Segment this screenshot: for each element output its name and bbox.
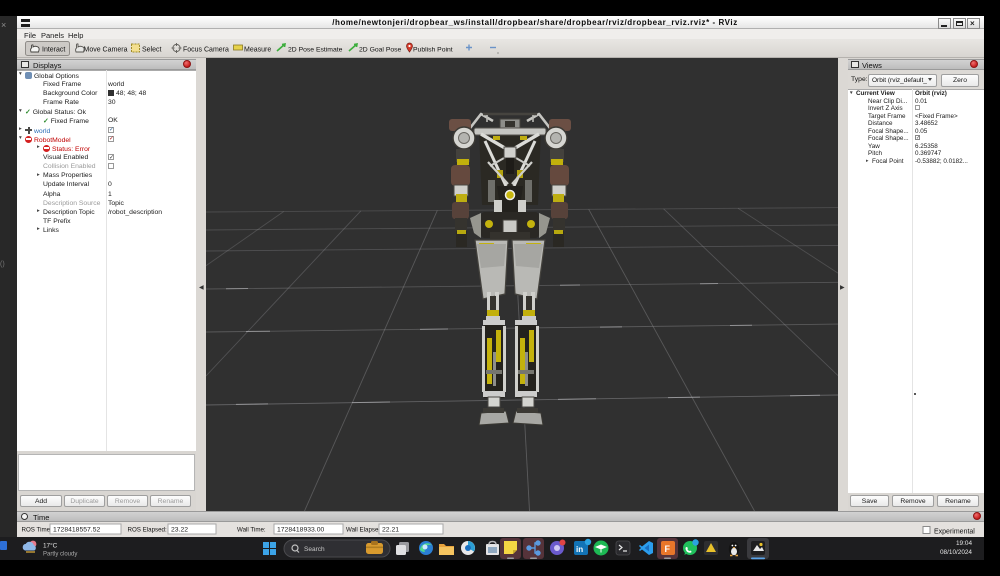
svg-text:Measure: Measure bbox=[244, 47, 271, 54]
svg-text:2D Pose Estimate: 2D Pose Estimate bbox=[288, 47, 343, 54]
svg-text:Move Camera: Move Camera bbox=[84, 47, 128, 54]
svg-text:in: in bbox=[576, 545, 583, 554]
svg-text:ROS Elapsed:: ROS Elapsed: bbox=[128, 527, 167, 534]
svg-text:Select: Select bbox=[142, 47, 162, 54]
svg-text:Focus Camera: Focus Camera bbox=[183, 47, 229, 54]
svg-text:Experimental: Experimental bbox=[934, 529, 975, 536]
svg-text:22.21: 22.21 bbox=[382, 527, 399, 534]
svg-text:Wall Elapsed:: Wall Elapsed: bbox=[346, 527, 384, 534]
svg-text:Search: Search bbox=[304, 546, 325, 553]
svg-text:Interact: Interact bbox=[42, 47, 65, 54]
svg-text:2D Goal Pose: 2D Goal Pose bbox=[359, 47, 402, 54]
svg-text:1728418557.52: 1728418557.52 bbox=[53, 527, 100, 534]
svg-text:Publish Point: Publish Point bbox=[413, 47, 453, 54]
svg-text:F: F bbox=[665, 544, 671, 554]
svg-text:Wall Time:: Wall Time: bbox=[237, 527, 266, 534]
svg-text:1728418933.00: 1728418933.00 bbox=[277, 527, 324, 534]
svg-text:23.22: 23.22 bbox=[171, 527, 188, 534]
svg-text:ROS Time:: ROS Time: bbox=[22, 527, 53, 534]
svg-text:Partly cloudy: Partly cloudy bbox=[43, 552, 77, 558]
svg-text:17°C: 17°C bbox=[43, 542, 58, 550]
